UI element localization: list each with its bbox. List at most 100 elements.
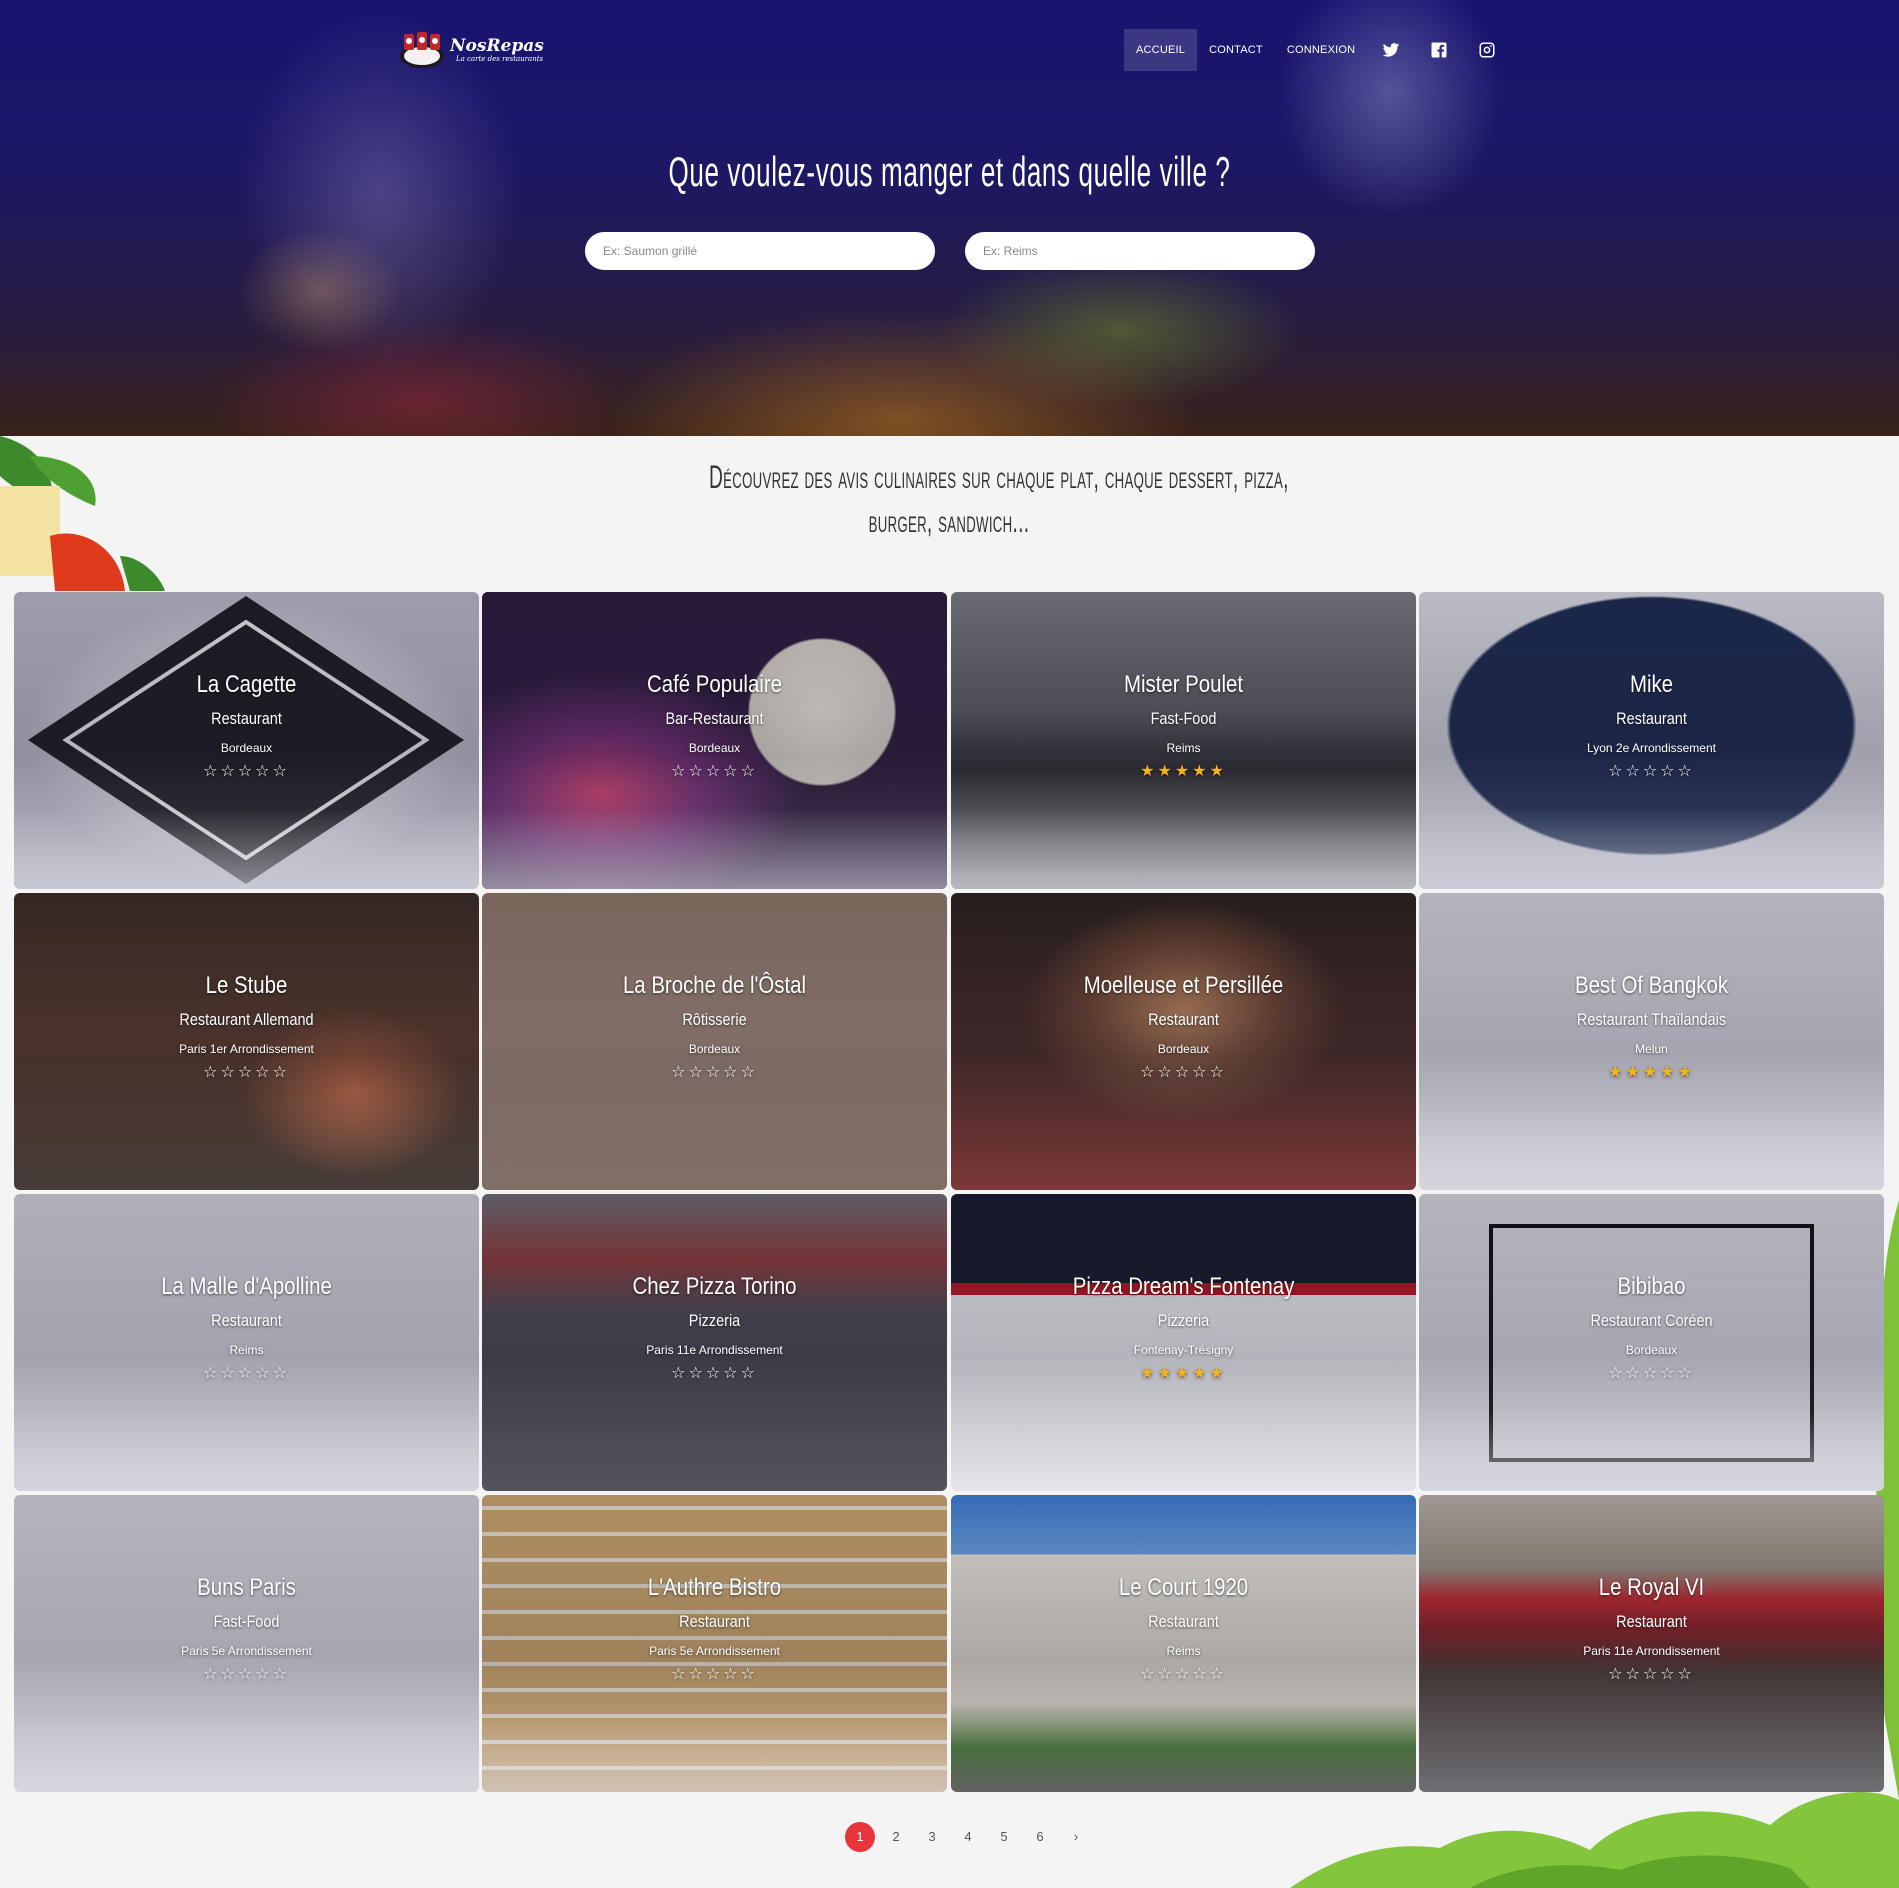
restaurant-card-la-cagette[interactable]: La Cagette Restaurant Bordeaux ☆☆☆☆☆ [14,592,479,889]
restaurant-name: Bibibao [1617,1273,1686,1300]
restaurant-card-la-broche[interactable]: La Broche de l'Ôstal Rôtisserie Bordeaux… [482,893,947,1190]
card-fade [1419,1110,1884,1190]
basil-tomato-decoration [0,436,165,591]
rating-stars: ☆☆☆☆☆ [203,761,290,780]
card-info: Best Of Bangkok Restaurant Thaïlandais M… [1419,971,1884,1081]
rating-stars: ☆☆☆☆☆ [1608,761,1695,780]
rating-stars: ☆☆☆☆☆ [203,1664,290,1683]
card-info: Moelleuse et Persillée Restaurant Bordea… [951,971,1416,1081]
restaurant-type: Restaurant [211,709,282,728]
restaurant-type: Fast-Food [213,1612,280,1631]
rating-stars: ★★★★★ [1140,1363,1227,1382]
rating-stars: ☆☆☆☆☆ [671,1062,758,1081]
card-info: Café Populaire Bar-Restaurant Bordeaux ☆… [482,670,947,780]
restaurant-card-buns-paris[interactable]: Buns Paris Fast-Food Paris 5e Arrondisse… [14,1495,479,1792]
rating-stars: ☆☆☆☆☆ [1608,1664,1695,1683]
restaurant-city: Reims [229,1343,264,1357]
restaurant-card-le-stube[interactable]: Le Stube Restaurant Allemand Paris 1er A… [14,893,479,1190]
section-subtitle: Découvrez des avis culinaires sur chaque… [549,455,1349,543]
rating-stars: ☆☆☆☆☆ [1140,1062,1227,1081]
restaurant-name: Le Royal VI [1598,1574,1705,1601]
restaurant-type: Pizzeria [688,1311,741,1330]
card-info: Mike Restaurant Lyon 2e Arrondissement ☆… [1419,670,1884,780]
page-3-button[interactable]: 3 [917,1822,947,1852]
restaurant-city: Paris 5e Arrondissement [181,1644,312,1658]
restaurant-name: Buns Paris [197,1574,296,1601]
restaurant-type: Restaurant [679,1612,750,1631]
restaurant-type: Bar-Restaurant [665,709,764,728]
restaurant-city: Bordeaux [1157,1042,1210,1056]
restaurant-city: Bordeaux [220,741,273,755]
subtitle-line-1: Découvrez des avis culinaires sur chaque… [709,459,1289,495]
card-info: La Cagette Restaurant Bordeaux ☆☆☆☆☆ [14,670,479,780]
rating-stars: ☆☆☆☆☆ [671,761,758,780]
page-4-button[interactable]: 4 [953,1822,983,1852]
restaurant-card-moelleuse[interactable]: Moelleuse et Persillée Restaurant Bordea… [951,893,1416,1190]
page-5-button[interactable]: 5 [989,1822,1019,1852]
rating-stars: ★★★★★ [1140,761,1227,780]
restaurant-city: Reims [1166,1644,1201,1658]
restaurant-name: Pizza Dream's Fontenay [1072,1273,1295,1300]
rating-stars: ☆☆☆☆☆ [1140,1664,1227,1683]
restaurant-card-la-malle[interactable]: La Malle d'Apolline Restaurant Reims ☆☆☆… [14,1194,479,1491]
restaurant-name: Mister Poulet [1123,671,1244,698]
card-fade [14,809,479,889]
restaurant-card-best-of-bangkok[interactable]: Best Of Bangkok Restaurant Thaïlandais M… [1419,893,1884,1190]
next-page-button[interactable]: › [1061,1822,1091,1852]
card-info: Le Royal VI Restaurant Paris 11e Arrondi… [1419,1573,1884,1683]
rating-stars: ☆☆☆☆☆ [203,1062,290,1081]
card-fade [482,809,947,889]
card-fade [951,809,1416,889]
restaurant-grid: La Cagette Restaurant Bordeaux ☆☆☆☆☆ Caf… [14,592,1885,1792]
restaurant-name: Chez Pizza Torino [632,1273,797,1300]
facebook-icon[interactable] [1415,29,1463,71]
rating-stars: ☆☆☆☆☆ [203,1363,290,1382]
restaurant-name: La Malle d'Apolline [161,1273,332,1300]
restaurant-name: L'Authre Bistro [647,1574,782,1601]
restaurant-card-bibibao[interactable]: Bibibao Restaurant Coréen Bordeaux ☆☆☆☆☆ [1419,1194,1884,1491]
restaurant-type: Rôtisserie [682,1010,747,1029]
restaurant-name: Le Court 1920 [1118,1574,1249,1601]
page-2-button[interactable]: 2 [881,1822,911,1852]
restaurant-city: Bordeaux [688,1042,741,1056]
card-info: Le Court 1920 Restaurant Reims ☆☆☆☆☆ [951,1573,1416,1683]
restaurant-name: La Broche de l'Ôstal [622,972,807,999]
restaurant-card-pizza-dreams[interactable]: Pizza Dream's Fontenay Pizzeria Fontenay… [951,1194,1416,1491]
rating-stars: ☆☆☆☆☆ [671,1664,758,1683]
city-search-input[interactable] [965,232,1315,270]
card-info: La Malle d'Apolline Restaurant Reims ☆☆☆… [14,1272,479,1382]
page-1-button[interactable]: 1 [845,1822,875,1852]
card-info: Chez Pizza Torino Pizzeria Paris 11e Arr… [482,1272,947,1382]
restaurant-type: Restaurant [1148,1010,1219,1029]
nav-accueil[interactable]: ACCUEIL [1124,29,1198,71]
restaurant-card-mister-poulet[interactable]: Mister Poulet Fast-Food Reims ★★★★★ [951,592,1416,889]
restaurant-type: Restaurant [1616,709,1687,728]
restaurant-name: Moelleuse et Persillée [1083,972,1284,999]
restaurant-card-le-royal-vi[interactable]: Le Royal VI Restaurant Paris 11e Arrondi… [1419,1495,1884,1792]
card-fade [1419,809,1884,889]
restaurant-card-cafe-populaire[interactable]: Café Populaire Bar-Restaurant Bordeaux ☆… [482,592,947,889]
restaurant-card-lauthre-bistro[interactable]: L'Authre Bistro Restaurant Paris 5e Arro… [482,1495,947,1792]
restaurant-type: Restaurant Allemand [179,1010,314,1029]
nav-connexion[interactable]: CONNEXION [1275,29,1367,71]
restaurant-type: Restaurant [1616,1612,1687,1631]
instagram-icon[interactable] [1463,29,1511,71]
nav-contact[interactable]: CONTACT [1197,29,1275,71]
restaurant-type: Pizzeria [1157,1311,1210,1330]
card-fade [14,1712,479,1792]
restaurant-card-chez-pizza-torino[interactable]: Chez Pizza Torino Pizzeria Paris 11e Arr… [482,1194,947,1491]
brand-logo[interactable]: NosRepas La carte des restaurants [398,28,546,72]
restaurant-type: Restaurant [211,1311,282,1330]
dish-search-input[interactable] [585,232,935,270]
twitter-icon[interactable] [1367,29,1415,71]
card-info: Le Stube Restaurant Allemand Paris 1er A… [14,971,479,1081]
restaurant-card-le-court-1920[interactable]: Le Court 1920 Restaurant Reims ☆☆☆☆☆ [951,1495,1416,1792]
rating-stars: ★★★★★ [1608,1062,1695,1081]
restaurant-card-mike[interactable]: Mike Restaurant Lyon 2e Arrondissement ☆… [1419,592,1884,889]
page-6-button[interactable]: 6 [1025,1822,1055,1852]
card-fade [14,1411,479,1491]
restaurant-city: Melun [1635,1042,1668,1056]
restaurant-city: Reims [1166,741,1201,755]
card-info: Mister Poulet Fast-Food Reims ★★★★★ [951,670,1416,780]
restaurant-city: Fontenay-Trésigny [1133,1343,1234,1357]
